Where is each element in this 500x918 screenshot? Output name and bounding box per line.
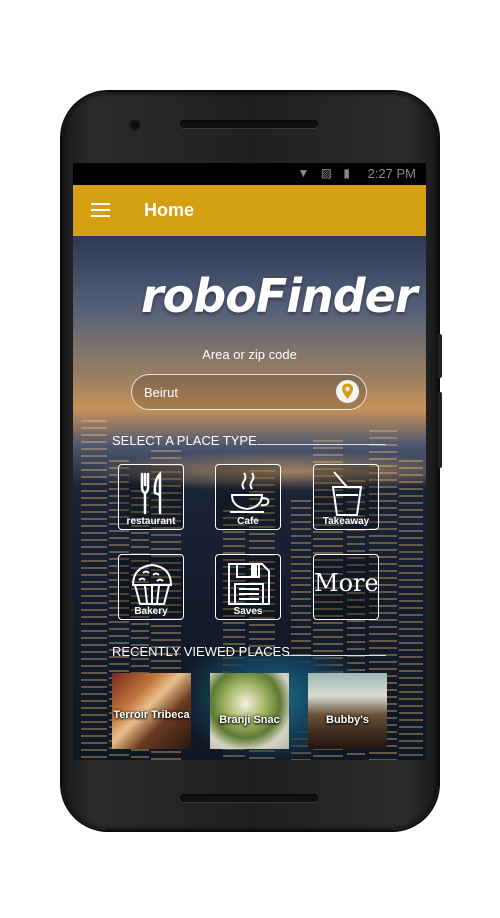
recent-place-card[interactable]: Bubby's: [308, 673, 387, 749]
status-time: 2:27 PM: [367, 166, 416, 181]
app-logo: roboFinder: [141, 269, 418, 323]
place-type-label: Saves: [233, 606, 263, 617]
place-type-restaurant[interactable]: restaurant: [118, 464, 184, 530]
place-type-label: Cafe: [237, 516, 259, 527]
app-bar: Home: [73, 185, 426, 236]
place-type-divider: [257, 444, 386, 445]
recent-place-name: Terroir Tribeca: [113, 709, 190, 721]
recent-heading: RECENTLY VIEWED PLACES: [112, 644, 290, 659]
place-type-bakery[interactable]: Bakery: [118, 554, 184, 620]
top-speaker: [180, 120, 318, 128]
search-input[interactable]: [142, 381, 326, 403]
status-bar: ▼ ▨ ▮ 2:27 PM: [73, 163, 426, 185]
recent-place-name: Bubby's: [326, 714, 369, 726]
status-icons: ▼ ▨ ▮: [297, 166, 354, 180]
screen: ▼ ▨ ▮ 2:27 PM Home roboFinder Area or zi…: [73, 163, 426, 760]
place-type-label: Takeaway: [322, 516, 370, 527]
more-label: More: [314, 569, 379, 597]
location-pin-icon[interactable]: [336, 380, 359, 403]
power-button: [438, 392, 442, 468]
page-title: Home: [144, 200, 195, 220]
recent-place-photo: [210, 673, 289, 749]
place-type-heading: SELECT A PLACE TYPE: [112, 433, 257, 448]
front-camera: [129, 119, 141, 131]
recent-place-card[interactable]: Branji Snac: [210, 673, 289, 749]
search-label: Area or zip code: [202, 347, 297, 362]
place-type-cafe[interactable]: Cafe: [215, 464, 281, 530]
hamburger-menu-icon[interactable]: [91, 203, 110, 217]
recent-divider: [288, 655, 386, 656]
recent-place-card[interactable]: Terroir Tribeca: [112, 673, 191, 749]
recent-place-photo: [308, 673, 387, 749]
place-type-more[interactable]: More: [313, 554, 379, 620]
place-type-takeaway[interactable]: Takeaway: [313, 464, 379, 530]
search-field[interactable]: [131, 374, 367, 410]
volume-button: [438, 334, 442, 378]
bottom-speaker: [180, 794, 318, 802]
place-type-saves[interactable]: Saves: [215, 554, 281, 620]
place-type-label: Bakery: [134, 606, 168, 617]
place-type-label: restaurant: [126, 516, 176, 527]
recent-place-name: Branji Snac: [219, 714, 280, 726]
